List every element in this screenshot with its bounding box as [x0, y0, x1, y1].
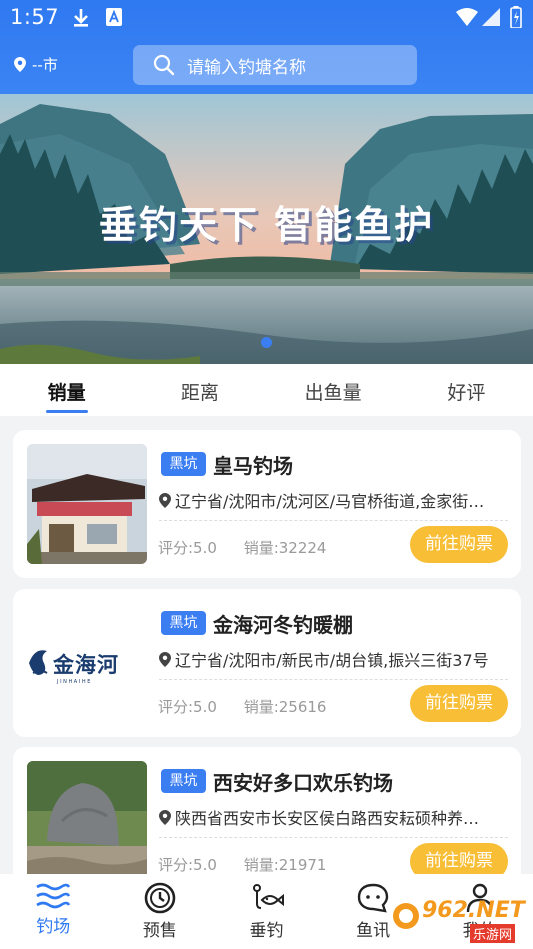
carousel-indicator[interactable] — [261, 337, 272, 348]
venue-logo: 金海河 J I N H A I H E — [27, 603, 147, 723]
status-time: 1:57 — [10, 5, 60, 29]
location-pin-icon — [14, 57, 26, 72]
nav-label: 预售 — [142, 921, 177, 941]
buy-ticket-button[interactable]: 前往购票 — [410, 526, 508, 563]
venue-name: 皇马钓场 — [213, 454, 293, 478]
sales-text: 销量:25616 — [243, 698, 327, 716]
venue-name: 金海河冬钓暖棚 — [213, 613, 353, 637]
banner-slogan: 垂钓天下 智能鱼护 — [98, 203, 435, 247]
nav-presale[interactable]: 预售 — [107, 874, 214, 949]
nav-label: 垂钓 — [249, 921, 284, 941]
address-text: 陕西省西安市长安区侯白路西安耘硕种养… — [175, 809, 480, 828]
sales-text: 销量:21971 — [243, 856, 327, 874]
address-text: 辽宁省/沈阳市/新民市/胡台镇,振兴三街37号 — [175, 651, 489, 670]
list-item[interactable]: 黑坑 西安好多口欢乐钓场 陕西省西安市长安区侯白路西安耘硕种养… 评分:5.0 … — [13, 747, 521, 895]
status-bar: 1:57 — [0, 0, 533, 36]
watermark-subtext: 乐游网 — [470, 924, 516, 943]
fishing-icon — [253, 884, 285, 909]
location-pin-icon — [159, 492, 171, 508]
nav-fishing-spots[interactable]: 钓场 — [0, 874, 107, 949]
venue-photo — [27, 761, 147, 881]
category-badge: 黑坑 — [161, 452, 206, 476]
sales-text: 销量:32224 — [243, 539, 327, 557]
divider — [159, 837, 508, 838]
chat-icon — [357, 883, 389, 913]
venue-photo — [27, 444, 147, 564]
tab-fish-yield[interactable]: 出鱼量 — [267, 364, 400, 416]
list-item[interactable]: 金海河 J I N H A I H E 黑坑 金海河冬钓暖棚 辽宁省/沈阳市/新… — [13, 589, 521, 737]
translate-app-icon — [106, 8, 122, 26]
promo-banner[interactable]: 垂钓天下 智能鱼护 — [0, 94, 533, 364]
venue-name: 西安好多口欢乐钓场 — [213, 771, 393, 795]
tab-distance[interactable]: 距离 — [133, 364, 266, 416]
wifi-icon — [456, 8, 478, 26]
venue-stats: 评分:5.0 销量:32224 — [158, 537, 348, 558]
search-placeholder: 请输入钓塘名称 — [187, 57, 306, 78]
sort-tabs: 销量 距离 出鱼量 好评 — [0, 364, 533, 416]
logo-subtext: J I N H A I H E — [57, 679, 91, 685]
search-input[interactable]: 请输入钓塘名称 — [133, 45, 417, 85]
address-text: 辽宁省/沈阳市/沈河区/马官桥街道,金家街… — [175, 492, 485, 511]
tab-sales[interactable]: 销量 — [0, 364, 133, 416]
divider — [159, 520, 508, 521]
watermark-text: 962.NET — [422, 898, 525, 923]
clock-icon — [144, 882, 176, 914]
logo-text: 金海河 — [53, 652, 119, 677]
list-item[interactable]: 黑坑 皇马钓场 辽宁省/沈阳市/沈河区/马官桥街道,金家街… 评分:5.0 销量… — [13, 430, 521, 578]
buy-ticket-button[interactable]: 前往购票 — [410, 685, 508, 722]
venue-stats: 评分:5.0 销量:25616 — [158, 696, 348, 717]
app-header: 1:57 --市 请输入钓塘名称 — [0, 0, 533, 94]
location-selector[interactable]: --市 — [14, 54, 58, 75]
venue-stats: 评分:5.0 销量:21971 — [158, 854, 348, 875]
category-badge: 黑坑 — [161, 611, 206, 635]
site-watermark: 962.NET 乐游网 — [392, 894, 532, 944]
waves-icon — [36, 883, 71, 909]
location-pin-icon — [159, 651, 171, 667]
nav-angling[interactable]: 垂钓 — [213, 874, 320, 949]
signal-icon — [482, 8, 500, 26]
rating-text: 评分:5.0 — [158, 698, 217, 716]
download-icon — [74, 9, 88, 27]
category-badge: 黑坑 — [161, 769, 206, 793]
venue-address: 辽宁省/沈阳市/新民市/胡台镇,振兴三街37号 — [159, 647, 509, 671]
rating-text: 评分:5.0 — [158, 539, 217, 557]
location-label: --市 — [32, 56, 58, 74]
nav-label: 鱼讯 — [356, 921, 391, 941]
venue-address: 陕西省西安市长安区侯白路西安耘硕种养… — [159, 805, 509, 829]
venue-address: 辽宁省/沈阳市/沈河区/马官桥街道,金家街… — [159, 488, 509, 512]
location-pin-icon — [159, 809, 171, 825]
tab-rating[interactable]: 好评 — [400, 364, 533, 416]
search-icon — [153, 54, 175, 76]
rating-text: 评分:5.0 — [158, 856, 217, 874]
divider — [159, 679, 508, 680]
nav-label: 钓场 — [36, 917, 71, 937]
battery-icon — [510, 6, 522, 28]
